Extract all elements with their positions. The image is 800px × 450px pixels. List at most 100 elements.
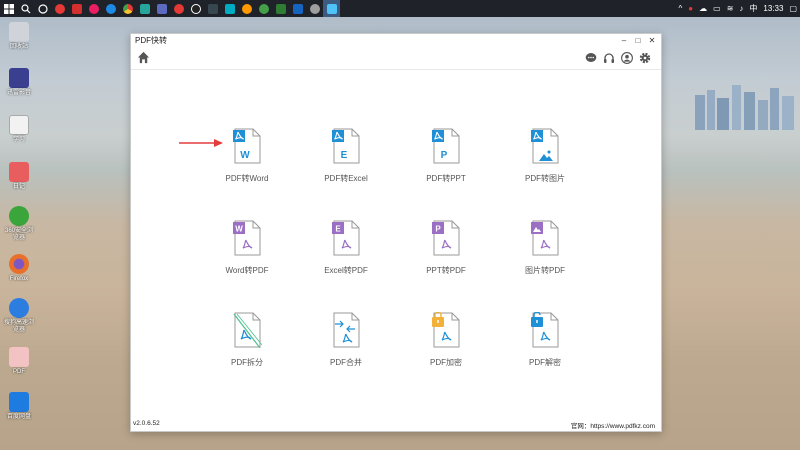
taskbar-app-icon[interactable] — [51, 0, 68, 17]
wifi-icon[interactable]: ≋ — [727, 4, 734, 13]
file-convert-icon — [531, 220, 559, 256]
tool-word转pdf[interactable]: W Word转PDF — [207, 220, 287, 276]
desktop-icon-notes[interactable]: 日记 — [4, 162, 34, 191]
unlock-pdf-icon — [531, 311, 559, 348]
cloud-icon[interactable]: ☁ — [699, 4, 707, 13]
document-icon — [9, 115, 29, 135]
taskbar-app-icon[interactable] — [68, 0, 85, 17]
lock-pdf-icon — [432, 311, 460, 348]
website-link[interactable]: 官网：https://www.pdfkz.com — [571, 420, 655, 430]
window-title: PDF快转 — [135, 35, 167, 45]
tool-pdf加密[interactable]: PDF加密 — [406, 311, 486, 368]
tool-ppt转pdf[interactable]: P PPT转PDF — [406, 220, 486, 276]
app-tray-icon[interactable]: ● — [688, 4, 693, 13]
gear-icon[interactable] — [638, 51, 651, 64]
system-tray: ^ ● ☁ ▭ ≋ ♪ 中 13:33 ▢ — [676, 0, 800, 17]
tool-label: 图片转PDF — [525, 266, 565, 275]
taskbar-app-icon[interactable] — [153, 0, 170, 17]
file-convert-icon: W — [233, 220, 261, 256]
tool-label: PDF转图片 — [525, 174, 565, 183]
tool-pdf合并[interactable]: PDF合并 — [306, 312, 386, 368]
desktop-icon-folder[interactable]: 学习 — [4, 115, 34, 144]
svg-text:P: P — [441, 150, 448, 161]
taskbar-app-icon[interactable] — [238, 0, 255, 17]
clock[interactable]: 13:33 — [763, 4, 783, 13]
windows-start-icon[interactable] — [0, 0, 17, 17]
svg-text:E: E — [335, 225, 341, 234]
desktop-icon-360-browser[interactable]: 360安全浏览器 — [4, 206, 34, 242]
file-convert-icon: W — [233, 128, 261, 164]
tool-pdf解密[interactable]: PDF解密 — [505, 311, 585, 368]
file-convert-icon: P — [432, 220, 460, 256]
chrome-icon[interactable] — [119, 0, 136, 17]
svg-text:W: W — [235, 225, 243, 234]
tool-grid: W PDF转Word E PDF转Excel P PDF转PPT PDF转图片 W Word转P… — [131, 70, 663, 410]
desktop-icon-app[interactable]: 迅雷影音 — [4, 68, 34, 97]
user-icon[interactable] — [620, 51, 633, 64]
xunlei-icon — [9, 68, 29, 88]
tool-pdf转图片[interactable]: PDF转图片 — [505, 128, 585, 184]
app-window: PDF快转 – □ ✕ W PDF转Word E PDF转Excel P PDF转PPT P… — [130, 33, 662, 432]
tool-label: PDF转Word — [225, 174, 269, 183]
pdf-file-icon — [9, 347, 29, 367]
taskbar-app-icon[interactable] — [204, 0, 221, 17]
chat-icon[interactable] — [584, 51, 597, 64]
tool-label: PDF合并 — [330, 358, 362, 367]
penguin-icon[interactable] — [187, 0, 204, 17]
tool-label: PDF加密 — [430, 358, 462, 367]
taskbar-app-icon[interactable] — [170, 0, 187, 17]
minimize-button[interactable]: – — [617, 34, 631, 46]
cloud-icon — [9, 392, 29, 412]
headset-icon[interactable] — [602, 51, 615, 64]
desktop-icon-firefox[interactable]: Firefox — [4, 254, 34, 283]
taskbar-app-icon[interactable] — [323, 0, 340, 17]
desktop-icon-sogou-browser[interactable]: 搜狗高速浏览器 — [4, 298, 34, 334]
taskbar-app-icon[interactable] — [221, 0, 238, 17]
volume-icon[interactable]: ♪ — [739, 4, 743, 13]
desktop-icon-recycle-bin[interactable]: 回收站 — [4, 22, 34, 51]
notes-icon — [9, 162, 29, 182]
desktop-icon-pdf[interactable]: PDF — [4, 347, 34, 376]
svg-text:P: P — [435, 225, 441, 234]
title-bar[interactable]: PDF快转 – □ ✕ — [131, 34, 661, 46]
taskbar-app-icon[interactable] — [85, 0, 102, 17]
task-view-icon[interactable] — [34, 0, 51, 17]
tool-图片转pdf[interactable]: 图片转PDF — [505, 220, 585, 276]
file-convert-icon: E — [332, 128, 360, 164]
input-language[interactable]: 中 — [749, 3, 757, 14]
maximize-button[interactable]: □ — [631, 34, 645, 46]
version-label: v2.0.6.52 — [133, 420, 160, 427]
tool-pdf转excel[interactable]: E PDF转Excel — [306, 128, 386, 184]
notification-icon[interactable]: ▢ — [789, 4, 797, 13]
file-convert-icon — [531, 128, 559, 164]
sogou-browser-icon — [9, 298, 29, 318]
battery-icon[interactable]: ▭ — [713, 4, 721, 13]
taskbar-app-icon[interactable] — [102, 0, 119, 17]
taskbar-app-icon[interactable] — [289, 0, 306, 17]
firefox-icon — [9, 254, 29, 274]
svg-text:E: E — [341, 150, 348, 161]
search-icon[interactable] — [17, 0, 34, 17]
home-icon[interactable] — [137, 51, 150, 64]
recycle-bin-icon — [9, 22, 29, 42]
close-button[interactable]: ✕ — [645, 34, 659, 46]
chevron-up-icon[interactable]: ^ — [679, 4, 683, 13]
browser-360-icon — [9, 206, 29, 226]
tool-label: PPT转PDF — [426, 266, 466, 275]
taskbar-app-icon[interactable] — [136, 0, 153, 17]
taskbar: ^ ● ☁ ▭ ≋ ♪ 中 13:33 ▢ — [0, 0, 800, 17]
tool-pdf转ppt[interactable]: P PDF转PPT — [406, 128, 486, 184]
tool-label: Word转PDF — [225, 266, 269, 275]
footer: v2.0.6.52 官网：https://www.pdfkz.com — [131, 417, 661, 431]
tool-label: Excel转PDF — [324, 266, 368, 275]
tool-excel转pdf[interactable]: E Excel转PDF — [306, 220, 386, 276]
tool-label: PDF解密 — [529, 358, 561, 367]
desktop-icon-baidu-netdisk[interactable]: 百度网盘 — [4, 392, 34, 421]
wechat-icon[interactable] — [255, 0, 272, 17]
taskbar-app-icon[interactable] — [272, 0, 289, 17]
taskbar-app-icon[interactable] — [306, 0, 323, 17]
tool-pdf拆分[interactable]: PDF拆分 — [207, 312, 287, 368]
toolbar — [131, 46, 661, 70]
file-convert-icon: P — [432, 128, 460, 164]
merge-pdf-icon — [333, 312, 360, 348]
